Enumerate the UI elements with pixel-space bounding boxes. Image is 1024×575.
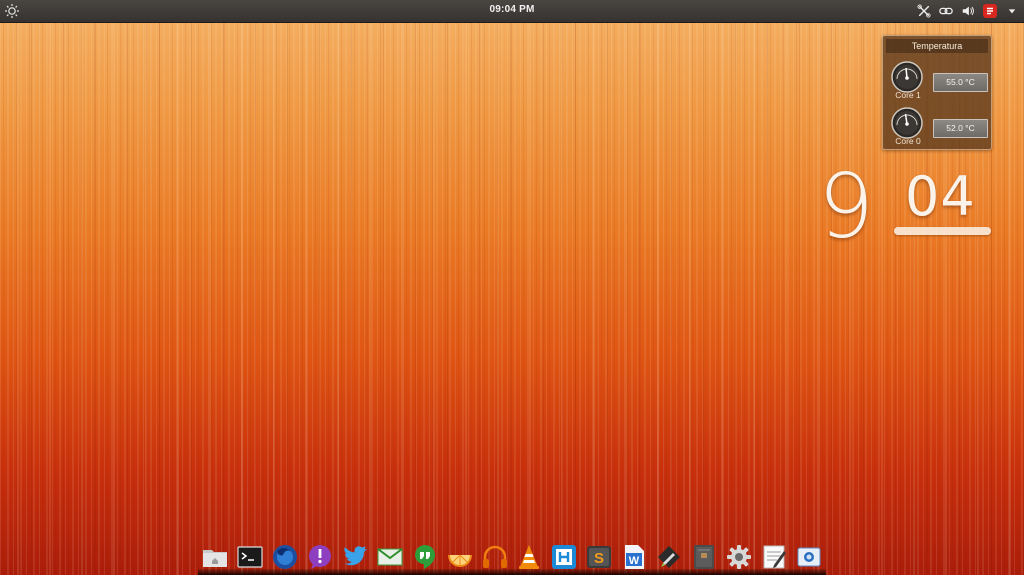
volume-icon[interactable] [960,3,976,19]
firefox-icon[interactable] [270,542,300,572]
pen-icon[interactable] [654,542,684,572]
app-square-icon[interactable] [549,542,579,572]
temperature-widget: Temperatura Core 1 55.0 °C Core 0 52.0 °… [882,35,992,150]
text-editor-icon[interactable] [759,542,789,572]
desktop-clock: 9 04 [815,155,1005,268]
gauge-icon [889,61,925,93]
menu-caret-icon[interactable] [1004,3,1020,19]
dock: S W [198,538,826,575]
gauge-icon [889,107,925,139]
clock-minutes: 04 [905,165,976,228]
core-row-0: Core 0 52.0 °C [889,107,988,149]
clock-hour: 9 [818,155,874,258]
temperature-title: Temperatura [886,39,988,53]
terminal-icon[interactable] [235,542,265,572]
svg-text:W: W [629,555,640,567]
vlc-icon[interactable] [514,542,544,572]
files-icon[interactable] [200,542,230,572]
core-label: Core 0 [895,136,921,146]
core-label: Core 1 [895,90,921,100]
headphones-icon[interactable] [480,542,510,572]
core-row-1: Core 1 55.0 °C [889,61,988,103]
power-icon[interactable] [982,3,998,19]
link-chain-icon[interactable] [938,3,954,19]
clock-underline [894,227,991,235]
core-value: 55.0 °C [933,73,988,92]
slice-icon[interactable] [445,542,475,572]
network-tools-icon[interactable] [916,3,932,19]
twitter-icon[interactable] [340,542,370,572]
indicator-area [916,3,1020,19]
mail-icon[interactable] [375,542,405,572]
screenshot-icon[interactable] [794,542,824,572]
archive-icon[interactable] [689,542,719,572]
core-value: 52.0 °C [933,119,988,138]
sublime-icon[interactable]: S [584,542,614,572]
hangouts-icon[interactable] [410,542,440,572]
settings-gear-icon[interactable] [724,542,754,572]
writer-icon[interactable]: W [619,542,649,572]
panel-clock[interactable]: 09:04 PM [0,4,1024,15]
svg-text:S: S [594,550,604,567]
top-panel: 09:04 PM [0,0,1024,23]
notification-icon[interactable] [305,542,335,572]
